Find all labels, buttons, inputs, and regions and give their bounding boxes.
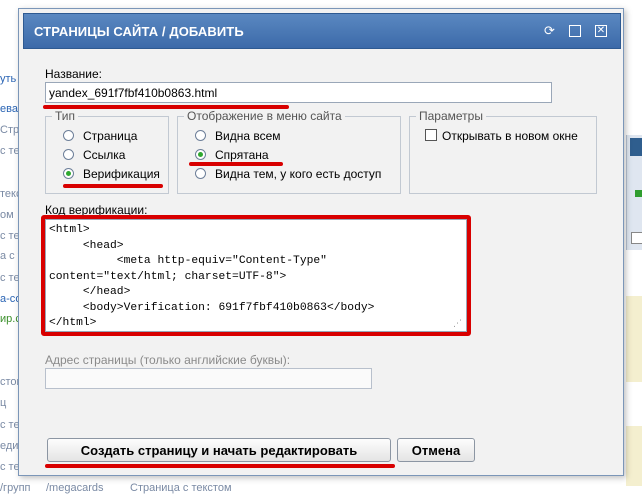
bg-text: ц (0, 397, 7, 409)
address-label: Адрес страницы (только английские буквы)… (45, 353, 291, 367)
add-page-dialog: СТРАНИЦЫ САЙТА / ДОБАВИТЬ ⟳ ✕ Название: … (18, 8, 624, 476)
radio-button[interactable] (63, 149, 74, 160)
bg-path: /megacards (46, 482, 104, 494)
radio-button-selected[interactable] (63, 168, 74, 179)
name-label: Название: (45, 67, 102, 81)
menu-option-label: Спрятана (215, 148, 269, 162)
annotation-underline (45, 464, 395, 468)
type-legend: Тип (55, 109, 76, 123)
menu-display-group: Отображение в меню сайта (177, 109, 401, 194)
create-and-edit-button[interactable]: Создать страницу и начать редактировать (47, 438, 391, 462)
type-option-label: Верификация (83, 167, 160, 181)
type-option-label: Страница (83, 129, 138, 143)
radio-button[interactable] (63, 130, 74, 141)
type-option-label: Ссылка (83, 148, 126, 162)
bg-text: /групп (0, 482, 31, 494)
bg-side-panel-header (630, 138, 642, 156)
menu-display-legend: Отображение в меню сайта (187, 109, 342, 123)
bg-note-panel (626, 426, 642, 486)
open-new-window-label: Открывать в новом окне (442, 129, 578, 143)
dialog-titlebar[interactable]: СТРАНИЦЫ САЙТА / ДОБАВИТЬ ⟳ ✕ (23, 13, 621, 49)
address-input[interactable] (45, 368, 372, 389)
annotation-underline (43, 105, 289, 109)
menu-option-label: Видна всем (215, 129, 281, 143)
annotation-underline (189, 162, 283, 166)
bg-page-type: Страница с текстом (130, 482, 232, 494)
maximize-icon[interactable] (569, 25, 581, 37)
dialog-title: СТРАНИЦЫ САЙТА / ДОБАВИТЬ (34, 24, 244, 39)
params-legend: Параметры (419, 109, 483, 123)
radio-button[interactable] (195, 130, 206, 141)
bg-note-panel (626, 296, 642, 382)
cancel-button[interactable]: Отмена (397, 438, 475, 462)
params-group: Параметры (409, 109, 597, 194)
name-input[interactable] (45, 82, 552, 103)
close-icon[interactable]: ✕ (595, 25, 607, 37)
annotation-box (41, 215, 471, 336)
bg-text: ом (0, 209, 14, 221)
bg-status-marker (635, 190, 642, 197)
open-new-window-checkbox[interactable] (425, 129, 437, 141)
annotation-underline (63, 184, 163, 188)
menu-option-label: Видна тем, у кого есть доступ (215, 167, 382, 181)
radio-button-selected[interactable] (195, 149, 206, 160)
bg-checkbox (631, 232, 642, 244)
refresh-icon[interactable]: ⟳ (543, 24, 556, 37)
radio-button[interactable] (195, 168, 206, 179)
